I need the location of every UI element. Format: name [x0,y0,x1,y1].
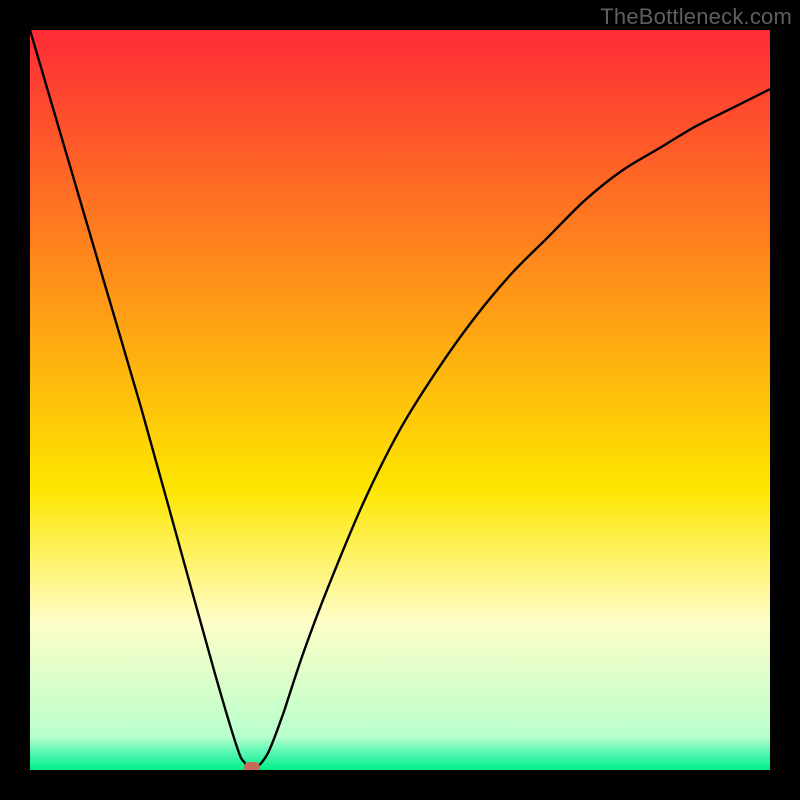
gradient-background [30,30,770,770]
chart-frame: TheBottleneck.com [0,0,800,800]
no-bottleneck-marker [244,762,260,770]
watermark-text: TheBottleneck.com [600,4,792,30]
plot-area [30,30,770,770]
bottleneck-chart [30,30,770,770]
